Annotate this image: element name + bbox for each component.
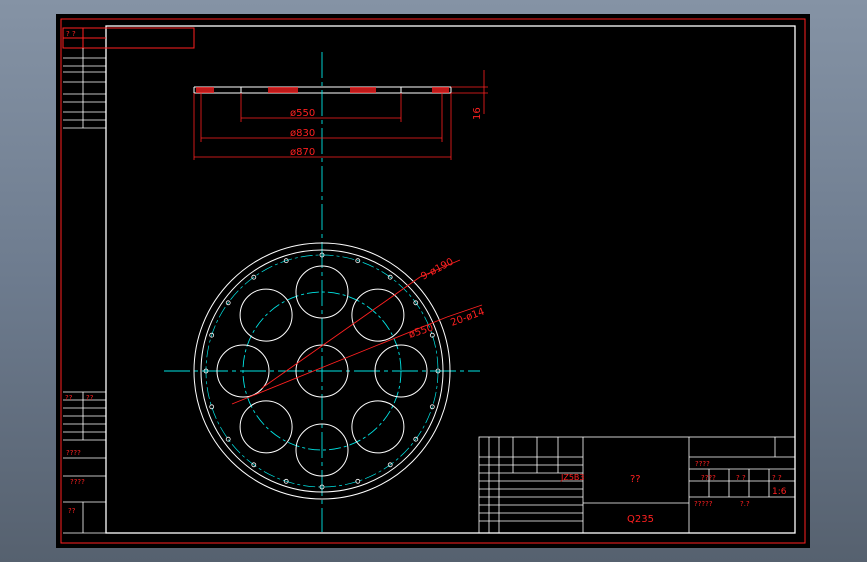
dim-d870: ø870: [290, 147, 315, 158]
scale-ratio: 1:6: [772, 487, 787, 497]
large-hole: [351, 288, 405, 342]
sidebar-label-c: ????: [66, 449, 81, 457]
dim-thickness: 16: [472, 107, 483, 120]
title-row-c: ?????: [694, 500, 713, 508]
small-hole: [209, 404, 215, 410]
revision-b: ? ?: [772, 474, 782, 482]
large-hole: [351, 400, 405, 454]
sidebar-label-d: ????: [70, 478, 85, 486]
sidebar-label-e: ??: [68, 507, 76, 515]
revision-a: ? ?: [736, 474, 746, 482]
dim-d550: ø550: [290, 108, 315, 119]
material-label: Q235: [627, 514, 654, 525]
drawing-code: JZ5B3: [560, 473, 585, 482]
sidebar-top-tag: ? ?: [66, 30, 76, 38]
sidebar-label-a: ??: [65, 394, 73, 402]
outer-frame: [60, 18, 806, 544]
front-dimensions: [231, 259, 483, 405]
small-hole: [225, 436, 231, 442]
sidebar-label-b: ??: [86, 394, 94, 402]
dim-holes-large: 9-ø190: [419, 256, 455, 282]
title-row-a: ????: [695, 460, 710, 468]
dim-pcd: ø550: [408, 323, 435, 341]
code-box: [62, 27, 195, 49]
part-name: ??: [630, 474, 641, 485]
left-sidebar-grid: [63, 48, 106, 534]
side-dimensions: [193, 70, 488, 160]
cad-drawing: ? ? ?? ?? ???? ???? ?? ø550 ø830 ø870 16…: [60, 18, 806, 544]
dim-d830: ø830: [290, 128, 315, 139]
side-view: [193, 86, 452, 94]
scale-label: ?.?: [740, 500, 750, 508]
title-row-b: ????: [701, 474, 716, 482]
small-hole: [355, 478, 361, 484]
drawing-sheet: ? ? ?? ?? ???? ???? ?? ø550 ø830 ø870 16…: [56, 14, 810, 548]
